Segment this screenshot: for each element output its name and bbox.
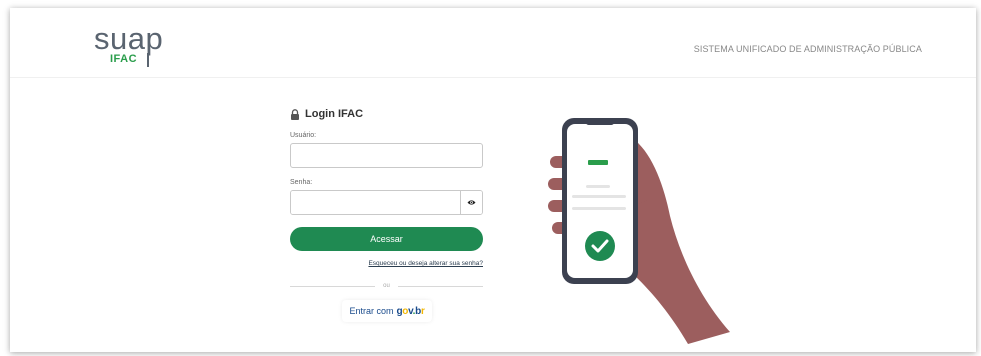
phone-illustration (548, 118, 730, 344)
login-button[interactable]: Acessar (290, 227, 483, 251)
logo-word: suap (94, 21, 164, 56)
govbr-login-button[interactable]: Entrar com gov.br (342, 300, 432, 322)
page-frame: suap IFAC SISTEMA UNIFICADO DE ADMINISTR… (10, 8, 976, 352)
system-title: SISTEMA UNIFICADO DE ADMINISTRAÇÃO PÚBLI… (693, 44, 922, 54)
header: suap IFAC SISTEMA UNIFICADO DE ADMINISTR… (10, 8, 976, 78)
username-input[interactable] (290, 143, 483, 168)
logo-bar (147, 53, 149, 67)
govbr-logo: gov.br (396, 305, 425, 317)
forgot-password-link[interactable]: Esqueceu ou deseja alterar sua senha? (290, 260, 483, 267)
login-title: Login IFAC (290, 108, 485, 120)
password-field (290, 190, 483, 215)
check-icon (585, 231, 615, 261)
govbr-prefix: Entrar com (349, 306, 394, 316)
show-password-button[interactable] (460, 191, 482, 214)
logo-institution: IFAC (110, 53, 138, 65)
divider-line-right (397, 285, 483, 287)
password-label: Senha: (290, 179, 313, 186)
or-divider: ou (290, 283, 483, 289)
login-title-text: Login IFAC (305, 108, 364, 120)
lock-icon (291, 108, 299, 120)
login-form: Login IFAC Usuário: Senha: Acessar Esque… (290, 108, 485, 322)
divider-text: ou (383, 283, 390, 289)
eye-icon (467, 200, 476, 205)
suap-logo[interactable]: suap IFAC (94, 22, 174, 72)
divider-line-left (290, 285, 376, 287)
username-label: Usuário: (290, 132, 317, 139)
password-input[interactable] (291, 191, 460, 214)
